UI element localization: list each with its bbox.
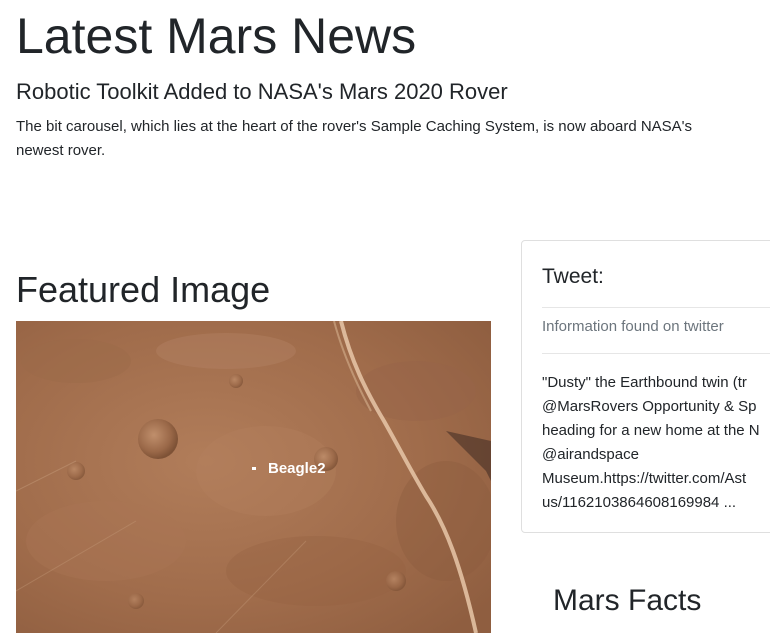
tweet-title: Tweet: <box>542 265 604 288</box>
tweet-line: @MarsRovers Opportunity & Sp <box>542 398 757 415</box>
tweet-subtitle: Information found on twitter <box>542 318 724 335</box>
tweet-divider <box>542 353 770 354</box>
news-title[interactable]: Robotic Toolkit Added to NASA's Mars 202… <box>16 78 508 106</box>
page-title: Latest Mars News <box>16 8 417 64</box>
tweet-line[interactable]: Museum.https://twitter.com/Ast <box>542 467 760 491</box>
tweet-card: Tweet: Information found on twitter "Dus… <box>521 240 770 533</box>
mars-facts-heading: Mars Facts <box>553 584 702 617</box>
tweet-line: @airandspace <box>542 446 639 463</box>
featured-image[interactable]: Beagle2 <box>16 321 491 633</box>
image-caption-label: Beagle2 <box>268 460 326 477</box>
tweet-divider <box>542 307 770 308</box>
tweet-line: "Dusty" the Earthbound twin (tr <box>542 374 747 391</box>
featured-image-heading: Featured Image <box>16 269 271 310</box>
news-paragraph: The bit carousel, which lies at the hear… <box>16 118 693 159</box>
tweet-line[interactable]: us/1162103864608169984 ... <box>542 491 760 515</box>
mars-surface-image: Beagle2 <box>16 321 491 633</box>
tweet-line: heading for a new home at the N <box>542 422 760 439</box>
tweet-text: "Dusty" the Earthbound twin (tr @MarsRov… <box>542 371 760 515</box>
lander-marker <box>252 467 256 470</box>
